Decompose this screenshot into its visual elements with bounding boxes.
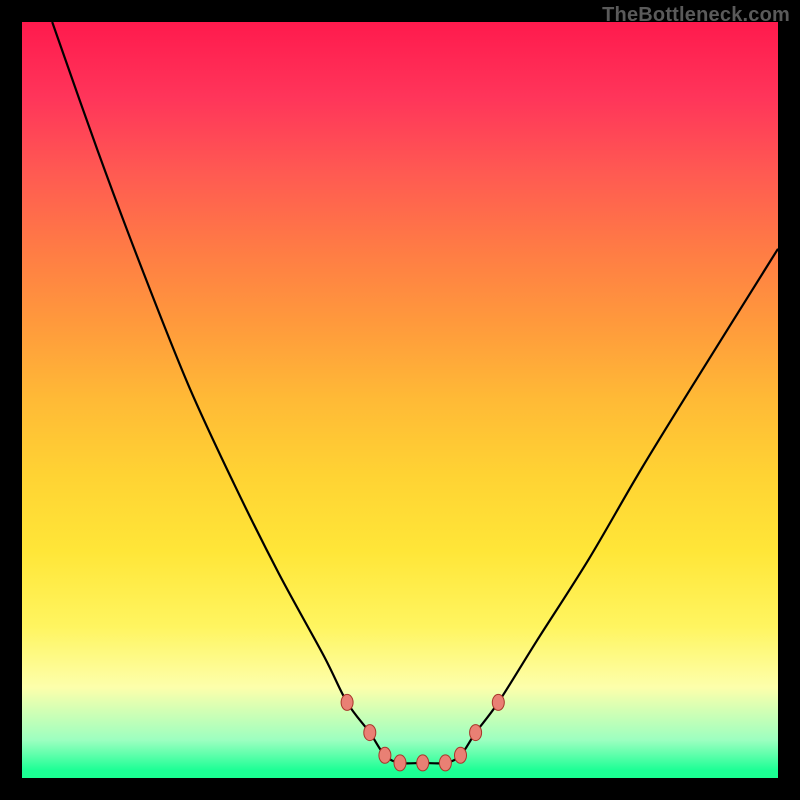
curve-marker <box>439 755 451 771</box>
chart-plot-area <box>22 22 778 778</box>
curve-marker <box>341 694 353 710</box>
curve-marker <box>417 755 429 771</box>
curve-markers <box>341 694 504 771</box>
bottleneck-curve <box>22 22 778 778</box>
curve-marker <box>470 725 482 741</box>
curve-marker <box>455 747 467 763</box>
chart-frame: TheBottleneck.com <box>0 0 800 800</box>
watermark-text: TheBottleneck.com <box>602 4 790 27</box>
curve-line <box>52 22 778 763</box>
curve-marker <box>364 725 376 741</box>
curve-marker <box>492 694 504 710</box>
curve-marker <box>394 755 406 771</box>
curve-marker <box>379 747 391 763</box>
